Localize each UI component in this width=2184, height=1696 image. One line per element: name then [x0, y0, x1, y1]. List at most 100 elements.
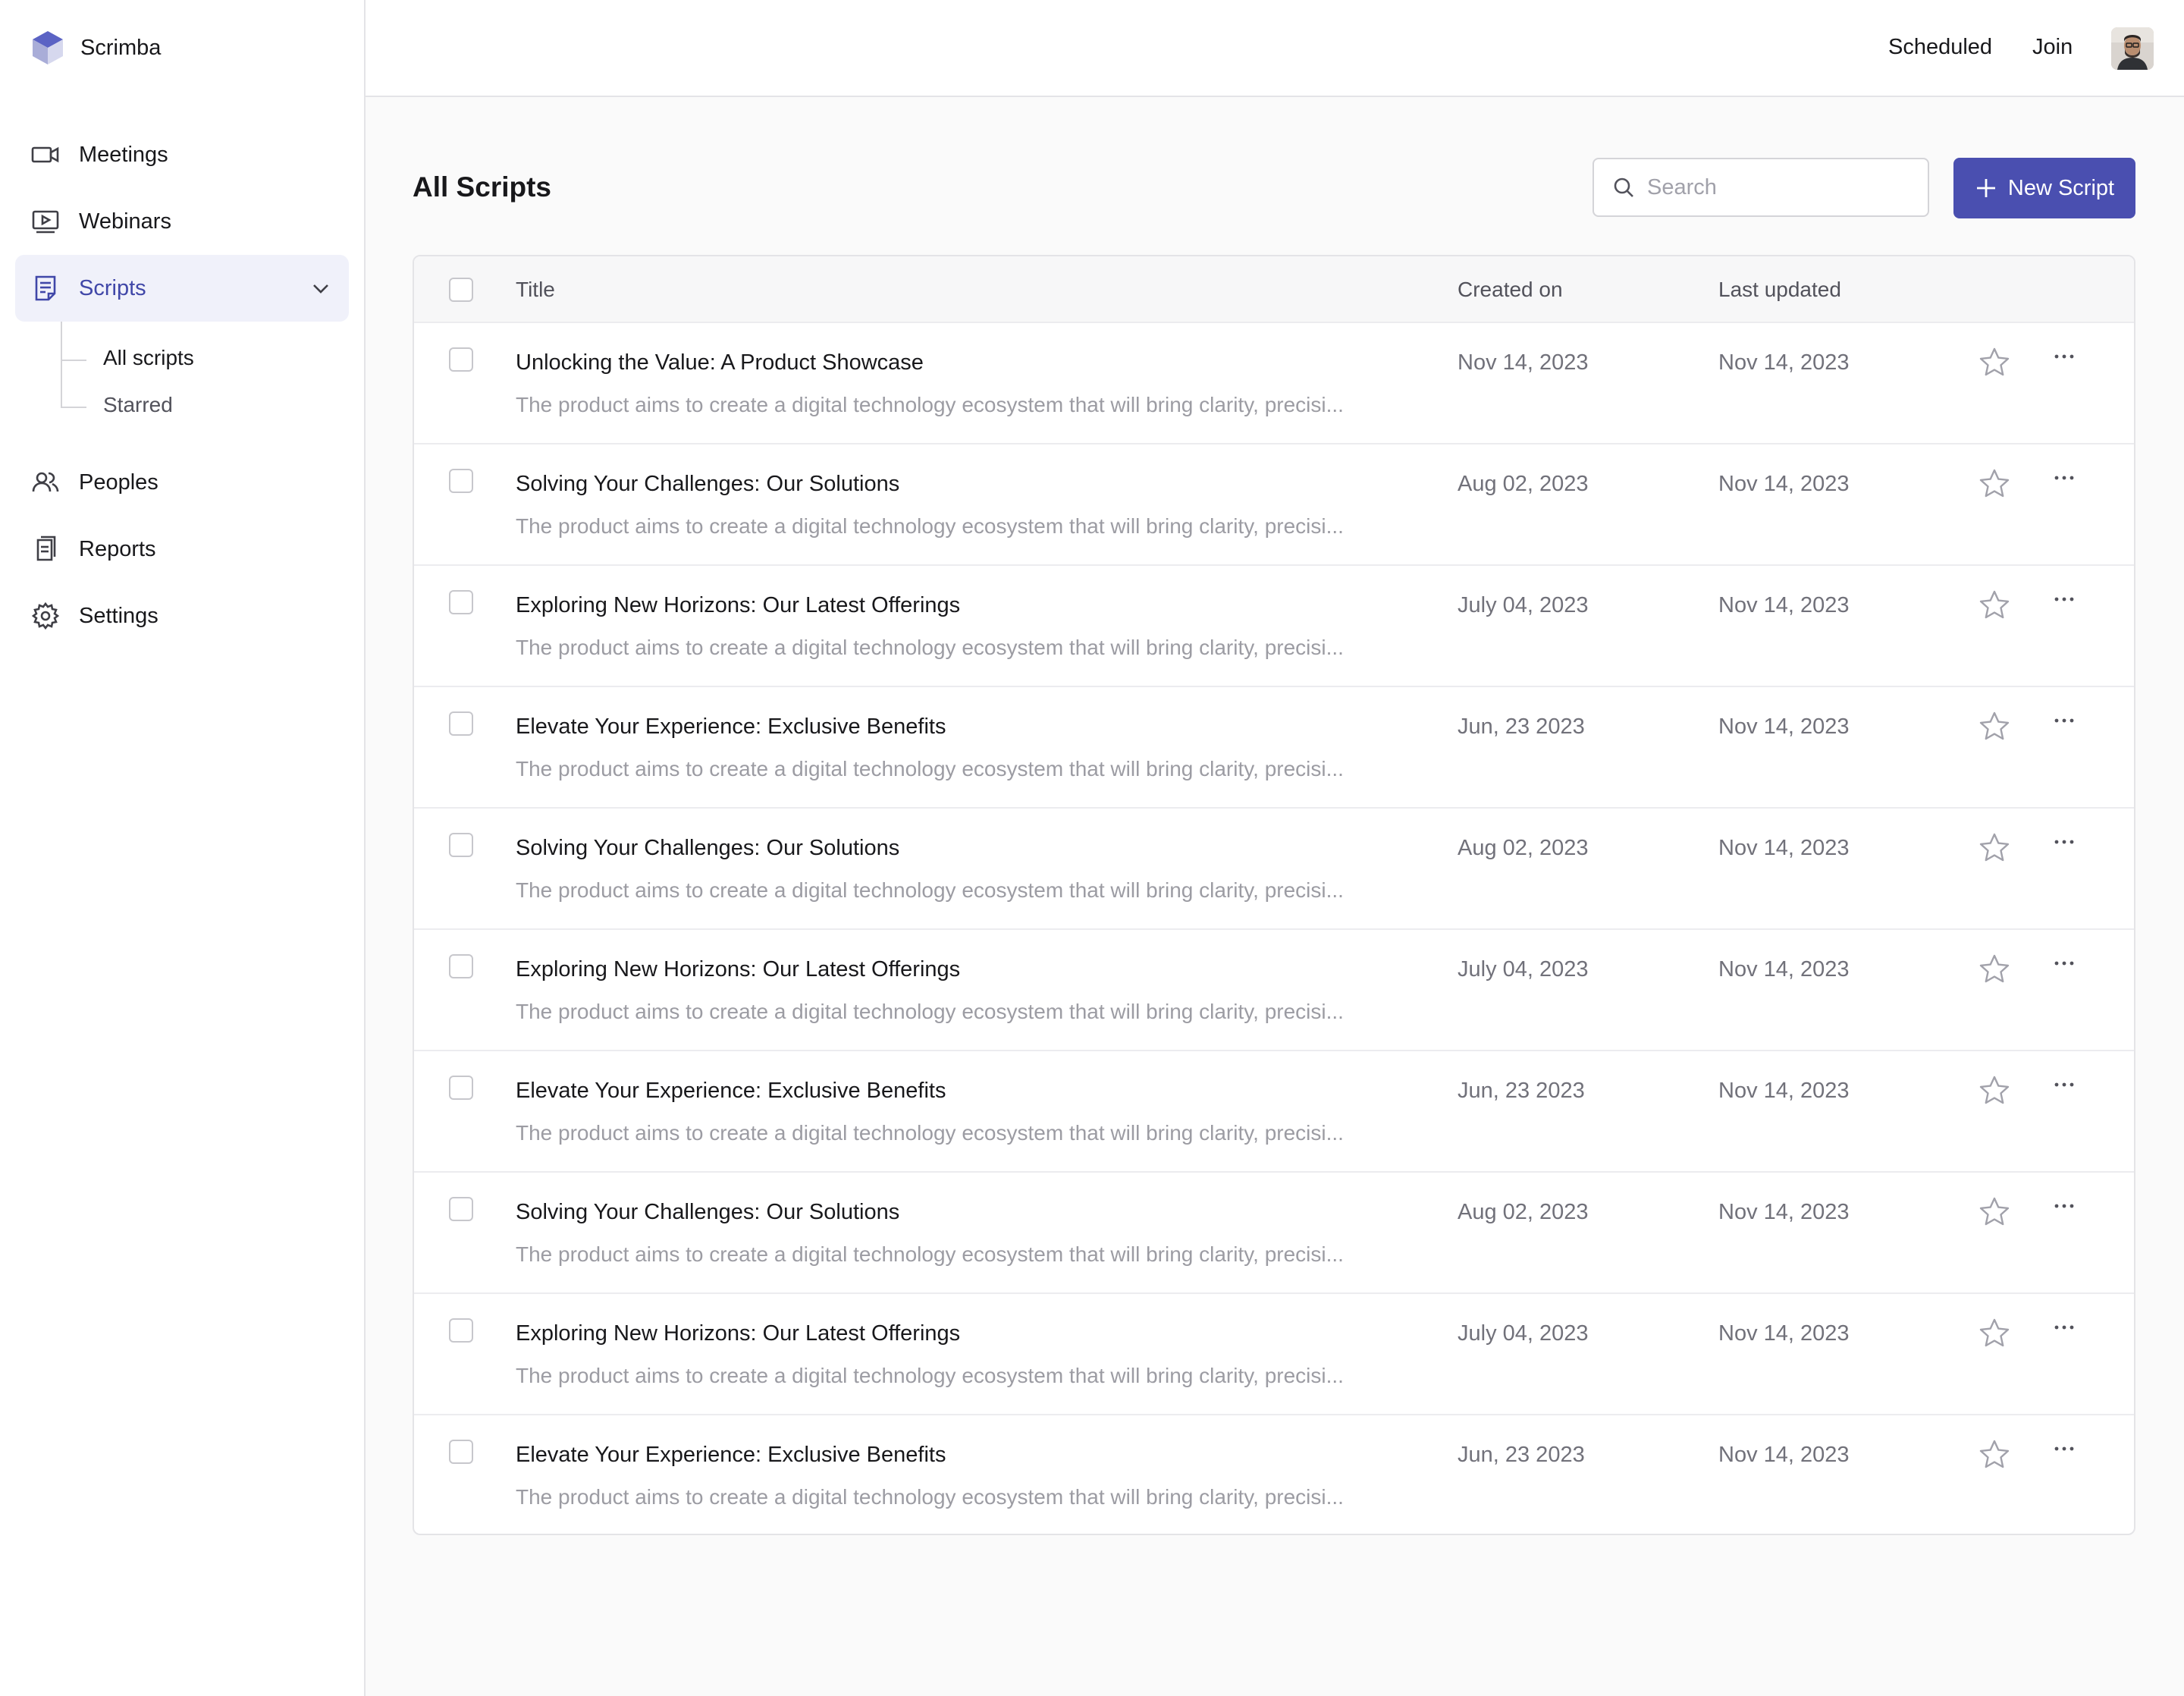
- table-row[interactable]: Solving Your Challenges: Our Solutions T…: [414, 807, 2134, 928]
- subnav-item-starred[interactable]: Starred: [103, 393, 173, 417]
- script-title[interactable]: Solving Your Challenges: Our Solutions: [516, 472, 899, 497]
- sidebar-item-label: Peoples: [79, 470, 158, 495]
- more-options-icon[interactable]: [2051, 592, 2078, 607]
- star-icon[interactable]: [1978, 467, 2011, 501]
- table-row[interactable]: Unlocking the Value: A Product Showcase …: [414, 322, 2134, 443]
- script-title[interactable]: Solving Your Challenges: Our Solutions: [516, 836, 899, 861]
- subnav-item-all-scripts[interactable]: All scripts: [103, 346, 194, 370]
- row-checkbox[interactable]: [449, 590, 473, 614]
- table-row[interactable]: Solving Your Challenges: Our Solutions T…: [414, 443, 2134, 564]
- more-options-icon[interactable]: [2051, 956, 2078, 971]
- script-title[interactable]: Elevate Your Experience: Exclusive Benef…: [516, 1443, 946, 1468]
- sidebar-item-scripts[interactable]: Scripts: [15, 255, 349, 322]
- script-description: The product aims to create a digital tec…: [516, 1364, 1344, 1387]
- row-checkbox[interactable]: [449, 1197, 473, 1221]
- sidebar-item-webinars[interactable]: Webinars: [15, 188, 349, 255]
- script-description: The product aims to create a digital tec…: [516, 1000, 1344, 1023]
- star-icon[interactable]: [1978, 1074, 2011, 1107]
- column-header-updated[interactable]: Last updated: [1718, 278, 1841, 302]
- more-options-icon[interactable]: [2051, 1441, 2078, 1456]
- more-options-icon[interactable]: [2051, 834, 2078, 850]
- table-row[interactable]: Elevate Your Experience: Exclusive Benef…: [414, 686, 2134, 807]
- star-icon[interactable]: [1978, 589, 2011, 622]
- select-all-checkbox[interactable]: [449, 278, 473, 302]
- sidebar-item-label: Settings: [79, 603, 158, 628]
- script-title[interactable]: Exploring New Horizons: Our Latest Offer…: [516, 1321, 960, 1346]
- script-title[interactable]: Elevate Your Experience: Exclusive Benef…: [516, 715, 946, 740]
- script-title[interactable]: Elevate Your Experience: Exclusive Benef…: [516, 1079, 946, 1104]
- table-row[interactable]: Elevate Your Experience: Exclusive Benef…: [414, 1050, 2134, 1171]
- column-header-created[interactable]: Created on: [1458, 278, 1563, 302]
- users-icon: [30, 467, 61, 498]
- created-date: Jun, 23 2023: [1458, 715, 1585, 739]
- updated-date: Nov 14, 2023: [1718, 1079, 1850, 1103]
- row-checkbox[interactable]: [449, 347, 473, 372]
- sidebar-nav: Meetings Webinars Scripts All scripts St…: [15, 121, 349, 649]
- sidebar-item-settings[interactable]: Settings: [15, 583, 349, 649]
- scheduled-link[interactable]: Scheduled: [1888, 35, 1992, 60]
- tree-line: [61, 322, 62, 407]
- row-checkbox[interactable]: [449, 711, 473, 736]
- script-title[interactable]: Exploring New Horizons: Our Latest Offer…: [516, 593, 960, 618]
- column-header-title[interactable]: Title: [516, 278, 555, 302]
- star-icon[interactable]: [1978, 1195, 2011, 1229]
- sidebar-item-meetings[interactable]: Meetings: [15, 121, 349, 188]
- created-date: July 04, 2023: [1458, 957, 1589, 981]
- script-description: The product aims to create a digital tec…: [516, 393, 1344, 416]
- tree-branch: [61, 407, 86, 408]
- created-date: July 04, 2023: [1458, 1321, 1589, 1346]
- table-row[interactable]: Elevate Your Experience: Exclusive Benef…: [414, 1414, 2134, 1534]
- updated-date: Nov 14, 2023: [1718, 1321, 1850, 1346]
- chevron-down-icon[interactable]: [309, 277, 332, 300]
- avatar[interactable]: [2111, 27, 2154, 70]
- more-options-icon[interactable]: [2051, 1320, 2078, 1335]
- gear-icon: [30, 601, 61, 631]
- more-options-icon[interactable]: [2051, 1198, 2078, 1214]
- star-icon[interactable]: [1978, 1317, 2011, 1350]
- row-checkbox[interactable]: [449, 1076, 473, 1100]
- star-icon[interactable]: [1978, 953, 2011, 986]
- play-screen-icon: [30, 206, 61, 237]
- table-row[interactable]: Exploring New Horizons: Our Latest Offer…: [414, 928, 2134, 1050]
- row-checkbox[interactable]: [449, 833, 473, 857]
- row-checkbox[interactable]: [449, 954, 473, 978]
- table-row[interactable]: Solving Your Challenges: Our Solutions T…: [414, 1171, 2134, 1292]
- new-script-button[interactable]: New Script: [1953, 158, 2135, 218]
- more-options-icon[interactable]: [2051, 470, 2078, 485]
- brand[interactable]: Scrimba: [30, 29, 161, 67]
- search-box[interactable]: [1592, 158, 1929, 217]
- script-description: The product aims to create a digital tec…: [516, 1121, 1344, 1145]
- search-input[interactable]: [1647, 174, 1920, 200]
- row-checkbox[interactable]: [449, 469, 473, 493]
- user-avatar-icon: [2111, 27, 2154, 70]
- star-icon[interactable]: [1978, 346, 2011, 379]
- sidebar-item-label: Webinars: [79, 209, 171, 234]
- table-body: Unlocking the Value: A Product Showcase …: [414, 322, 2134, 1534]
- created-date: July 04, 2023: [1458, 593, 1589, 617]
- table-row[interactable]: Exploring New Horizons: Our Latest Offer…: [414, 564, 2134, 686]
- table-row[interactable]: Exploring New Horizons: Our Latest Offer…: [414, 1292, 2134, 1414]
- script-title[interactable]: Solving Your Challenges: Our Solutions: [516, 1200, 899, 1225]
- plus-icon: [1976, 179, 1995, 197]
- row-checkbox[interactable]: [449, 1440, 473, 1464]
- created-date: Jun, 23 2023: [1458, 1079, 1585, 1103]
- script-title[interactable]: Unlocking the Value: A Product Showcase: [516, 350, 924, 375]
- sidebar-item-peoples[interactable]: Peoples: [15, 449, 349, 516]
- updated-date: Nov 14, 2023: [1718, 472, 1850, 496]
- app-root: Scrimba Meetings Webinars Scripts All sc…: [0, 0, 2184, 1696]
- sidebar-item-reports[interactable]: Reports: [15, 516, 349, 583]
- join-link[interactable]: Join: [2032, 35, 2073, 60]
- more-options-icon[interactable]: [2051, 713, 2078, 728]
- script-description: The product aims to create a digital tec…: [516, 878, 1344, 902]
- updated-date: Nov 14, 2023: [1718, 593, 1850, 617]
- star-icon[interactable]: [1978, 1438, 2011, 1471]
- star-icon[interactable]: [1978, 831, 2011, 865]
- more-options-icon[interactable]: [2051, 349, 2078, 364]
- star-icon[interactable]: [1978, 710, 2011, 743]
- more-options-icon[interactable]: [2051, 1077, 2078, 1092]
- script-title[interactable]: Exploring New Horizons: Our Latest Offer…: [516, 957, 960, 982]
- scripts-table: Title Created on Last updated Unlocking …: [413, 255, 2135, 1535]
- row-checkbox[interactable]: [449, 1318, 473, 1343]
- report-icon: [30, 534, 61, 564]
- cube-logo-icon: [33, 31, 63, 64]
